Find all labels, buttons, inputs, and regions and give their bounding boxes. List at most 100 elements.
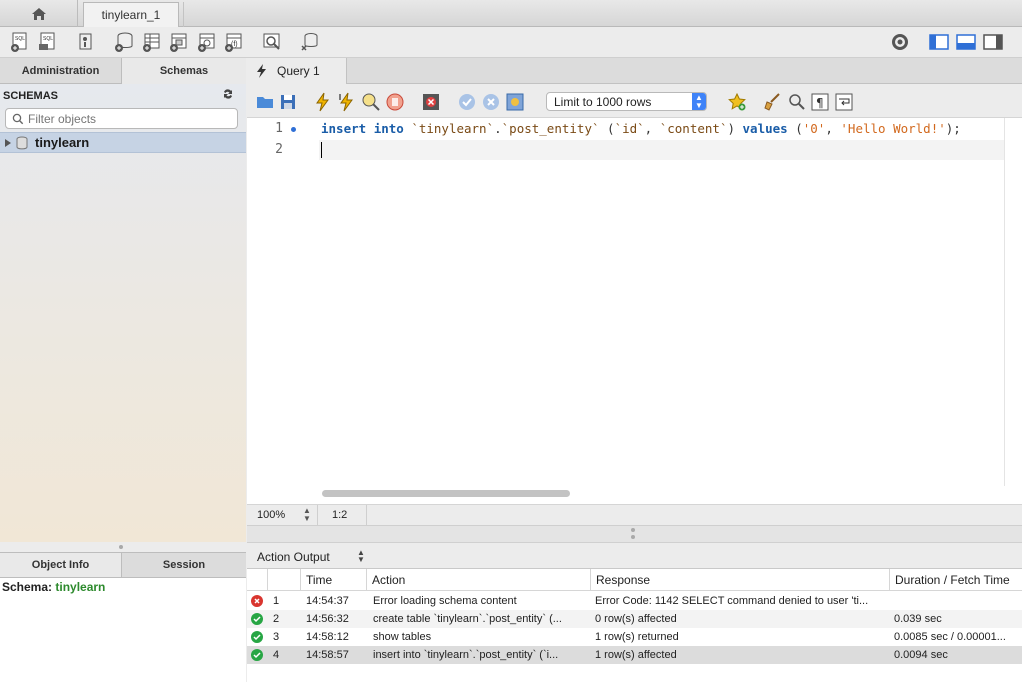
expand-arrow-icon[interactable] — [4, 138, 12, 148]
execute-current-icon[interactable] — [337, 92, 357, 112]
table-row[interactable]: 2 14:56:32 create table `tinylearn`.`pos… — [247, 610, 1022, 628]
zoom-value: 100% — [257, 509, 286, 521]
tab-bar-empty — [183, 2, 1022, 27]
beautify-broom-icon[interactable] — [763, 92, 783, 112]
open-sql-file-icon[interactable]: SQL — [37, 31, 59, 53]
top-tab-bar: tinylearn_1 — [0, 0, 1022, 27]
tab-session[interactable]: Session — [122, 553, 246, 577]
toggle-secondary-sidebar-icon[interactable] — [982, 31, 1004, 53]
tab-administration[interactable]: Administration — [0, 58, 122, 84]
schema-tree-item[interactable]: tinylearn — [0, 132, 246, 153]
reconnect-icon[interactable] — [299, 31, 321, 53]
create-procedure-icon[interactable] — [196, 31, 218, 53]
home-icon — [31, 7, 46, 20]
output-header: Action Output ▲ ▼ — [247, 542, 1022, 568]
object-info-panel: Schema: tinylearn — [0, 578, 246, 682]
svg-text:¶: ¶ — [816, 96, 824, 110]
toggle-output-panel-icon[interactable] — [955, 31, 977, 53]
query-tab-bar: Query 1 — [247, 58, 1022, 84]
tab-schemas[interactable]: Schemas — [122, 58, 246, 84]
filter-objects-field[interactable] — [5, 108, 238, 129]
select-arrows-icon: ▲ ▼ — [692, 93, 706, 110]
column-header-action[interactable]: Action — [367, 569, 591, 591]
code-line-1: insert into `tinylearn`.`post_entity` (`… — [321, 121, 961, 136]
inspector-icon[interactable] — [75, 31, 97, 53]
editor-status-bar: 100% ▲ ▼ 1:2 — [247, 504, 1022, 525]
action-output-table: Time Action Response Duration / Fetch Ti… — [247, 568, 1022, 682]
sidebar-splitter[interactable] — [0, 542, 246, 552]
schemas-panel: SCHEMAS tinylearn — [0, 84, 246, 542]
column-header-number[interactable] — [268, 569, 301, 591]
schema-info: Schema: tinylearn — [2, 580, 105, 594]
navigator-sidebar: Administration Schemas SCHEMAS tinylearn… — [0, 58, 246, 682]
editor-right-margin — [1004, 118, 1005, 486]
cursor-position-value: 1:2 — [332, 509, 348, 521]
schema-info-value: tinylearn — [55, 580, 106, 594]
text-caret — [321, 142, 322, 158]
connection-tab[interactable]: tinylearn_1 — [83, 2, 179, 27]
add-snippet-star-icon[interactable] — [727, 92, 747, 112]
query-tab[interactable]: Query 1 — [247, 58, 347, 84]
column-header-status[interactable] — [247, 569, 268, 591]
create-function-icon[interactable]: (f) — [223, 31, 245, 53]
table-row[interactable]: 1 14:54:37 Error loading schema content … — [247, 592, 1022, 610]
column-header-duration[interactable]: Duration / Fetch Time — [890, 569, 1022, 591]
search-icon — [12, 113, 24, 125]
horizontal-scrollbar[interactable] — [322, 490, 570, 497]
autocommit-icon[interactable] — [505, 92, 525, 112]
output-type-select[interactable]: Action Output — [257, 550, 330, 564]
new-sql-tab-icon[interactable]: SQL — [9, 31, 31, 53]
stop-icon[interactable] — [385, 92, 405, 112]
output-select-arrows-icon[interactable]: ▲ ▼ — [357, 549, 365, 564]
rollback-icon[interactable] — [481, 92, 501, 112]
info-tabs: Object Info Session — [0, 552, 246, 578]
search-table-data-icon[interactable] — [261, 31, 283, 53]
lightning-icon — [257, 64, 266, 78]
editor-output-splitter[interactable] — [247, 525, 1022, 542]
current-line-highlight — [319, 140, 1005, 160]
find-magnifier-icon[interactable] — [787, 92, 807, 112]
zoom-control[interactable]: 100% ▲ ▼ — [247, 505, 318, 525]
error-status-icon — [251, 595, 263, 607]
success-status-icon — [251, 631, 263, 643]
home-tab[interactable] — [0, 0, 78, 27]
filter-objects-input[interactable] — [28, 111, 233, 126]
line-number: 2 — [275, 142, 283, 157]
toggle-error-stop-icon[interactable] — [421, 92, 441, 112]
execute-all-icon[interactable] — [313, 92, 333, 112]
success-status-icon — [251, 613, 263, 625]
settings-gear-icon[interactable] — [889, 31, 911, 53]
tab-object-info[interactable]: Object Info — [0, 553, 122, 577]
statement-marker-dot — [291, 127, 296, 132]
refresh-schemas-icon[interactable] — [221, 88, 235, 103]
explain-icon[interactable] — [361, 92, 381, 112]
create-schema-icon[interactable] — [113, 31, 135, 53]
toggle-sidebar-icon[interactable] — [928, 31, 950, 53]
column-header-time[interactable]: Time — [301, 569, 367, 591]
cursor-position: 1:2 — [318, 505, 367, 525]
database-icon — [16, 136, 28, 150]
column-header-response[interactable]: Response — [591, 569, 890, 591]
schema-info-label: Schema: — [2, 580, 53, 594]
editor-toolbar: Limit to 1000 rows ▲ ▼ ¶ — [247, 84, 1022, 118]
word-wrap-icon[interactable] — [834, 92, 854, 112]
schema-name: tinylearn — [35, 135, 90, 150]
table-row[interactable]: 3 14:58:12 show tables 1 row(s) returned… — [247, 628, 1022, 646]
create-table-icon[interactable] — [141, 31, 163, 53]
schemas-heading: SCHEMAS — [3, 90, 59, 102]
sql-editor[interactable]: 1 2 insert into `tinylearn`.`post_entity… — [247, 118, 1022, 504]
main-toolbar: SQL SQL (f) — [0, 27, 1022, 58]
invisible-chars-icon[interactable]: ¶ — [810, 92, 830, 112]
table-row[interactable]: 4 14:58:57 insert into `tinylearn`.`post… — [247, 646, 1022, 664]
save-icon[interactable] — [278, 92, 298, 112]
zoom-stepper-icon[interactable]: ▲ ▼ — [303, 507, 311, 523]
open-folder-icon[interactable] — [255, 92, 275, 112]
success-status-icon — [251, 649, 263, 661]
commit-icon[interactable] — [457, 92, 477, 112]
create-view-icon[interactable] — [168, 31, 190, 53]
svg-text:SQL: SQL — [43, 36, 53, 42]
row-limit-value: Limit to 1000 rows — [554, 95, 652, 109]
sidebar-tabs: Administration Schemas — [0, 58, 246, 84]
svg-text:SQL: SQL — [15, 36, 25, 42]
row-limit-select[interactable]: Limit to 1000 rows ▲ ▼ — [546, 92, 707, 111]
